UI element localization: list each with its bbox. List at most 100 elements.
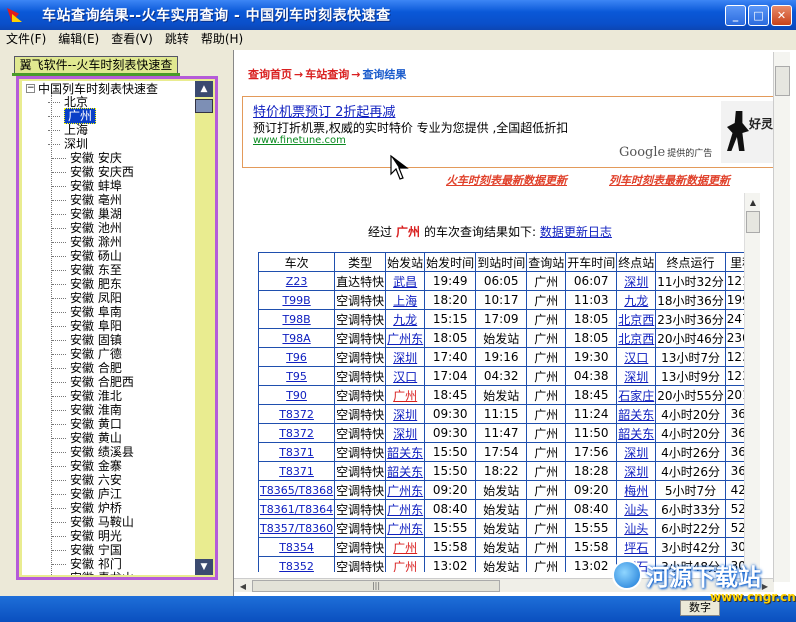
tree-node[interactable]: 安徽 淮北 — [22, 389, 200, 403]
tree-scrollbar[interactable]: ▲ ▼ — [195, 81, 213, 575]
maximize-button[interactable]: □ — [748, 5, 769, 26]
table-cell[interactable]: 广州东 — [385, 499, 426, 519]
ad-url[interactable]: www.finetune.com — [253, 135, 346, 146]
tree-node[interactable]: 安徽 亳州 — [22, 193, 200, 207]
tree-node[interactable]: 安徽 六安 — [22, 473, 200, 487]
table-cell[interactable]: 九龙 — [616, 290, 657, 310]
tree-node[interactable]: 安徽 青龙山 — [22, 571, 200, 575]
tree-node[interactable]: 安徽 安庆 — [22, 151, 200, 165]
table-cell[interactable]: T8357/T8360 — [258, 518, 336, 538]
menu-goto[interactable]: 跳转 — [159, 30, 195, 48]
table-cell[interactable]: 九龙 — [385, 309, 426, 329]
tree-node[interactable]: 安徽 黄口 — [22, 417, 200, 431]
tree-node[interactable]: 安徽 合肥西 — [22, 375, 200, 389]
tree-scroll-thumb[interactable] — [195, 99, 213, 113]
table-cell[interactable]: 坪石 — [616, 537, 657, 557]
table-cell[interactable]: T8371 — [258, 461, 336, 481]
tree-node[interactable]: 安徽 固镇 — [22, 333, 200, 347]
minimize-button[interactable]: _ — [725, 5, 746, 26]
table-cell[interactable]: 梅州 — [616, 480, 657, 500]
tree-node[interactable]: 北京 — [22, 95, 200, 109]
tree-node[interactable]: 安徽 金寨 — [22, 459, 200, 473]
data-update-link-2[interactable]: 列车时刻表最新数据更新 — [609, 172, 730, 188]
table-cell[interactable]: T8372 — [258, 404, 336, 424]
table-cell[interactable]: T90 — [258, 385, 336, 405]
breadcrumb-query[interactable]: 车站查询 — [305, 68, 349, 81]
table-cell[interactable]: 广州东 — [385, 518, 426, 538]
tree-root[interactable]: − 中国列车时刻表快速查 — [22, 81, 200, 96]
menu-help[interactable]: 帮助(H) — [195, 30, 249, 48]
tree-node[interactable]: 安徽 黄山 — [22, 431, 200, 445]
station-tree[interactable]: − 中国列车时刻表快速查 北京 广州 上海 深圳 安徽 安庆 安徽 安庆西 安徽 蚌埠 安徽 … — [22, 81, 200, 575]
tree-node[interactable]: 安徽 池州 — [22, 221, 200, 235]
page-scroll-thumb[interactable] — [775, 66, 790, 96]
scroll-down-icon[interactable]: ▼ — [195, 559, 213, 575]
table-cell[interactable]: 韶关东 — [385, 461, 426, 481]
tree-node[interactable]: 安徽 明光 — [22, 529, 200, 543]
table-cell[interactable]: 深圳 — [616, 461, 657, 481]
tree-node[interactable]: 安徽 宁国 — [22, 543, 200, 557]
table-cell[interactable]: 广州东 — [385, 328, 426, 348]
table-cell[interactable]: T8354 — [258, 537, 336, 557]
tree-node[interactable]: 安徽 庐江 — [22, 487, 200, 501]
table-cell[interactable]: 汉口 — [616, 347, 657, 367]
tree-node[interactable]: 安徽 滁州 — [22, 235, 200, 249]
tree-node[interactable]: 安徽 阜阳 — [22, 319, 200, 333]
horizontal-scroll-thumb[interactable]: ||| — [252, 580, 500, 592]
tree-node[interactable]: 深圳 — [22, 137, 200, 151]
page-vertical-scrollbar[interactable] — [773, 52, 790, 582]
table-cell[interactable]: T8365/T8368 — [258, 480, 336, 500]
tree-node[interactable]: 安徽 凤阳 — [22, 291, 200, 305]
title-bar[interactable]: 车站查询结果--火车实用查询 - 中国列车时刻表快速查 _ □ ✕ — [0, 0, 796, 30]
tree-node[interactable]: 安徽 蚌埠 — [22, 179, 200, 193]
tree-node[interactable]: 安徽 砀山 — [22, 249, 200, 263]
table-cell[interactable]: 深圳 — [616, 271, 657, 291]
tree-node[interactable]: 安徽 炉桥 — [22, 501, 200, 515]
table-cell[interactable]: 广州 — [385, 537, 426, 557]
table-cell[interactable]: T96 — [258, 347, 336, 367]
table-cell[interactable]: 北京西 — [616, 328, 657, 348]
scroll-up-icon[interactable]: ▲ — [195, 81, 213, 97]
table-cell[interactable]: 韶关东 — [616, 423, 657, 443]
table-cell[interactable]: 石家庄 — [616, 385, 657, 405]
table-cell[interactable]: 深圳 — [385, 347, 426, 367]
table-cell[interactable]: 广州 — [385, 556, 426, 572]
close-button[interactable]: ✕ — [771, 5, 792, 26]
table-cell[interactable]: 深圳 — [616, 366, 657, 386]
table-cell[interactable]: T8371 — [258, 442, 336, 462]
update-log-link[interactable]: 数据更新日志 — [540, 225, 612, 239]
tree-node[interactable]: 安徽 广德 — [22, 347, 200, 361]
table-cell[interactable]: 深圳 — [385, 404, 426, 424]
table-cell[interactable]: Z23 — [258, 271, 336, 291]
tree-node[interactable]: 上海 — [22, 123, 200, 137]
table-cell[interactable]: 北京西 — [616, 309, 657, 329]
table-cell[interactable]: 深圳 — [616, 442, 657, 462]
table-cell[interactable]: T8352 — [258, 556, 336, 572]
data-update-link-1[interactable]: 火车时刻表最新数据更新 — [446, 172, 567, 188]
tree-node[interactable]: 安徽 阜南 — [22, 305, 200, 319]
table-cell[interactable]: T99B — [258, 290, 336, 310]
ad-title[interactable]: 特价机票预订 2折起再减 — [253, 101, 395, 120]
tree-node[interactable]: 安徽 安庆西 — [22, 165, 200, 179]
table-cell[interactable]: 广州 — [385, 385, 426, 405]
tree-node[interactable]: 安徽 合肥 — [22, 361, 200, 375]
table-cell[interactable]: T8372 — [258, 423, 336, 443]
ad-image[interactable]: 好灵 — [721, 101, 777, 163]
tree-node[interactable]: 安徽 肥东 — [22, 277, 200, 291]
scroll-up-icon[interactable]: ▲ — [746, 195, 760, 209]
table-cell[interactable]: 上海 — [385, 290, 426, 310]
ad-banner[interactable]: 特价机票预订 2折起再减 预订打折机票,权威的实时特价 专业为您提供 ,全国超低… — [242, 96, 777, 168]
table-cell[interactable]: 汉口 — [385, 366, 426, 386]
tree-node[interactable]: 安徽 淮南 — [22, 403, 200, 417]
tree-node[interactable]: 安徽 马鞍山 — [22, 515, 200, 529]
brand-tab[interactable]: 翼飞软件--火车时刻表快速查 — [12, 56, 180, 76]
tree-node[interactable]: 安徽 巢湖 — [22, 207, 200, 221]
table-cell[interactable]: 深圳 — [385, 423, 426, 443]
table-cell[interactable]: T8361/T8364 — [258, 499, 336, 519]
table-cell[interactable]: 汕头 — [616, 518, 657, 538]
menu-file[interactable]: 文件(F) — [0, 30, 52, 48]
table-cell[interactable]: T98B — [258, 309, 336, 329]
menu-view[interactable]: 查看(V) — [105, 30, 159, 48]
table-cell[interactable]: 广州东 — [385, 480, 426, 500]
table-cell[interactable]: 汕头 — [616, 499, 657, 519]
